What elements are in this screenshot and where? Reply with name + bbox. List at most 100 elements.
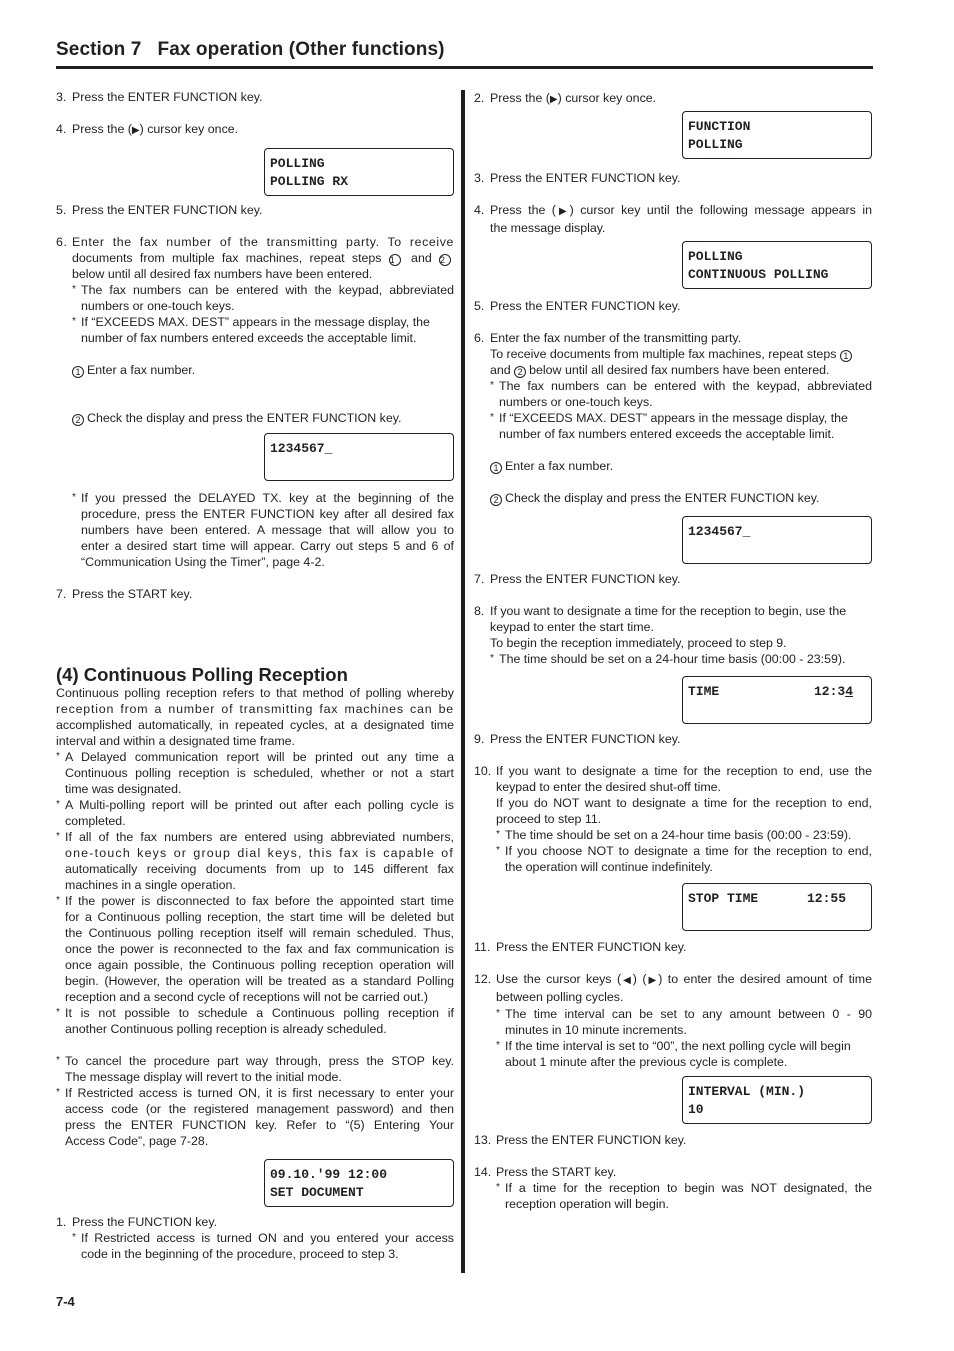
step-text: If you want to designate a time for the … (496, 764, 872, 778)
step-text: ) ( (632, 972, 647, 986)
note-text: minutes in 10 minute increments. (505, 1023, 687, 1037)
note: * If the power is disconnected to fax be… (56, 894, 454, 1004)
note-text: numbers have been entered. A message tha… (81, 523, 454, 537)
page-number: 7-4 (56, 1294, 75, 1309)
step-text-line: the message display. (490, 221, 606, 235)
step-text: Press the ENTER FUNCTION key. (490, 732, 681, 746)
section-name: Fax operation (Other functions) (157, 39, 445, 60)
circled-1-icon: 1 (490, 462, 502, 474)
step-14: 14. Press the START key. * If a time for t… (474, 1165, 872, 1211)
step-4: 4. Press the (▶) cursor key until the fol… (474, 202, 872, 236)
step-text-line: documents from multiple fax machines, re… (56, 250, 454, 266)
note: * To cancel the procedure part way throu… (56, 1054, 454, 1084)
lcd-label: STOP TIME (688, 891, 759, 906)
step-number: 6. (474, 331, 485, 345)
lcd-line-2: 10 (688, 1101, 704, 1117)
step-text-line: To begin the reception immediately, proc… (490, 636, 787, 650)
step-number: 7. (56, 587, 67, 601)
note-text: enter a desired start time will appear. … (81, 539, 454, 553)
note-text: “Communication Using the Timer”, page 4-… (81, 555, 325, 569)
note-text: another Continuous polling reception is … (65, 1022, 387, 1036)
step-13: 13. Press the ENTER FUNCTION key. (474, 1132, 872, 1148)
note-text: The time should be set on a 24-hour time… (505, 828, 852, 842)
note-text: If the time interval is set to “00”, the… (505, 1039, 851, 1053)
step-number: 5. (474, 299, 485, 313)
step-text: Press the ENTER FUNCTION key. (496, 940, 687, 954)
circled-2-icon: 2 (439, 254, 452, 266)
step-number: 3. (474, 171, 485, 185)
step-number: 11. (474, 940, 491, 954)
step-4: 4. Press the (▶) cursor key once. (56, 121, 454, 139)
lcd-display: STOP TIME 12:55 (682, 883, 872, 931)
lcd-line-1: STOP TIME 12:55 (688, 890, 866, 908)
header-rule (56, 66, 873, 69)
step-text-line: keypad to enter the start time. (490, 620, 654, 634)
note-text: reception and a second cycle of receptio… (65, 990, 428, 1004)
right-arrow-icon: ▶ (555, 206, 570, 217)
note-text: one-touch keys or group dial keys, this … (65, 846, 454, 860)
note-text: The time should be set on a 24-hour time… (499, 652, 846, 666)
note-text: automatically receiving documents from u… (65, 862, 454, 876)
note: * If all of the fax numbers are entered … (56, 830, 454, 892)
note-text: If the power is disconnected to fax befo… (65, 894, 454, 908)
note-text: If Restricted access is turned ON and yo… (81, 1231, 454, 1245)
step-10: 10. If you want to designate a time for t… (474, 764, 872, 874)
substep-text: Enter a fax number. (505, 459, 614, 473)
note-text: If you choose NOT to designate a time fo… (505, 844, 872, 858)
note-text: numbers or one-touch keys. (81, 299, 235, 313)
note-text: If a time for the reception to begin was… (505, 1181, 872, 1195)
substep-text: Check the display and press the ENTER FU… (505, 491, 820, 505)
step-number: 1. (56, 1215, 67, 1229)
step-number: 2. (474, 91, 485, 105)
step-6: 6. Enter the fax number of the transmitti… (56, 234, 454, 346)
lcd-cursor-digit: 4 (845, 684, 853, 699)
step-number: 4. (56, 122, 67, 136)
paragraph-line: accomplished automatically, in repeated … (56, 718, 454, 732)
intro-paragraph: Continuous polling reception refers to t… (56, 685, 454, 1149)
section-number: Section 7 (56, 39, 142, 60)
step-text: Press the ENTER FUNCTION key. (72, 90, 263, 104)
note: * A Multi-polling report will be printed… (56, 798, 454, 828)
lcd-display: 09.10.'99 12:00 SET DOCUMENT (264, 1159, 454, 1207)
step-text: Press the START key. (496, 1165, 617, 1179)
step-text: ) cursor key once. (557, 91, 657, 105)
step-text: Enter the fax number of the transmitting… (72, 235, 454, 249)
step-number: 5. (56, 203, 67, 217)
step-number: 13. (474, 1133, 492, 1147)
lcd-display: INTERVAL (MIN.) 10 (682, 1076, 872, 1124)
note-text: Continuous polling reception is schedule… (65, 766, 454, 780)
step-number: 14. (474, 1165, 492, 1179)
note-text: code in the beginning of the procedure, … (81, 1247, 399, 1261)
step-1: 1. Press the FUNCTION key. * If Restricted… (56, 1215, 454, 1261)
step-3: 3. Press the ENTER FUNCTION key. (474, 170, 872, 186)
step-number: 7. (474, 572, 485, 586)
substep-2: 2 Check the display and press the ENTER F… (474, 490, 872, 506)
lcd-label: TIME (688, 684, 720, 699)
step-text-line: between polling cycles. (496, 990, 624, 1004)
step-number: 4. (474, 203, 485, 217)
step-5: 5. Press the ENTER FUNCTION key. (56, 202, 454, 218)
lcd-display: 1234567_ (682, 516, 872, 564)
circled-2-icon: 2 (514, 366, 527, 378)
left-arrow-icon: ◀ (621, 975, 633, 986)
section-title: Section 7 Fax operation (Other functions… (56, 38, 873, 62)
lcd-line-2: POLLING RX (270, 173, 349, 189)
step-number: 12. (474, 972, 492, 986)
note-text: once the power is reconnected to the fax… (65, 942, 454, 956)
step-7: 7. Press the START key. (56, 586, 454, 602)
step-text: Press the ( (72, 122, 132, 136)
step-text-line: To receive documents from multiple fax m… (474, 346, 872, 362)
note-text: the operation will continue indefinitely… (505, 860, 713, 874)
lcd-line-1: 1234567_ (270, 441, 333, 456)
note-text: To cancel the procedure part way through… (65, 1054, 454, 1068)
step-number: 9. (474, 732, 485, 746)
note-text: The time interval can be set to any amou… (505, 1007, 872, 1021)
note-text: If “EXCEEDS MAX. DEST” appears in the me… (81, 315, 430, 329)
step-text-line: proceed to step 11. (496, 812, 602, 826)
note-text: number of fax numbers entered exceeds th… (81, 331, 417, 345)
right-arrow-icon: ▶ (549, 94, 558, 105)
substep-1: 1 Enter a fax number. (56, 362, 454, 378)
lcd-line-2: SET DOCUMENT (270, 1184, 364, 1200)
paragraph-line: Continuous polling reception refers to t… (56, 686, 454, 700)
note-text: It is not possible to schedule a Continu… (65, 1006, 454, 1020)
